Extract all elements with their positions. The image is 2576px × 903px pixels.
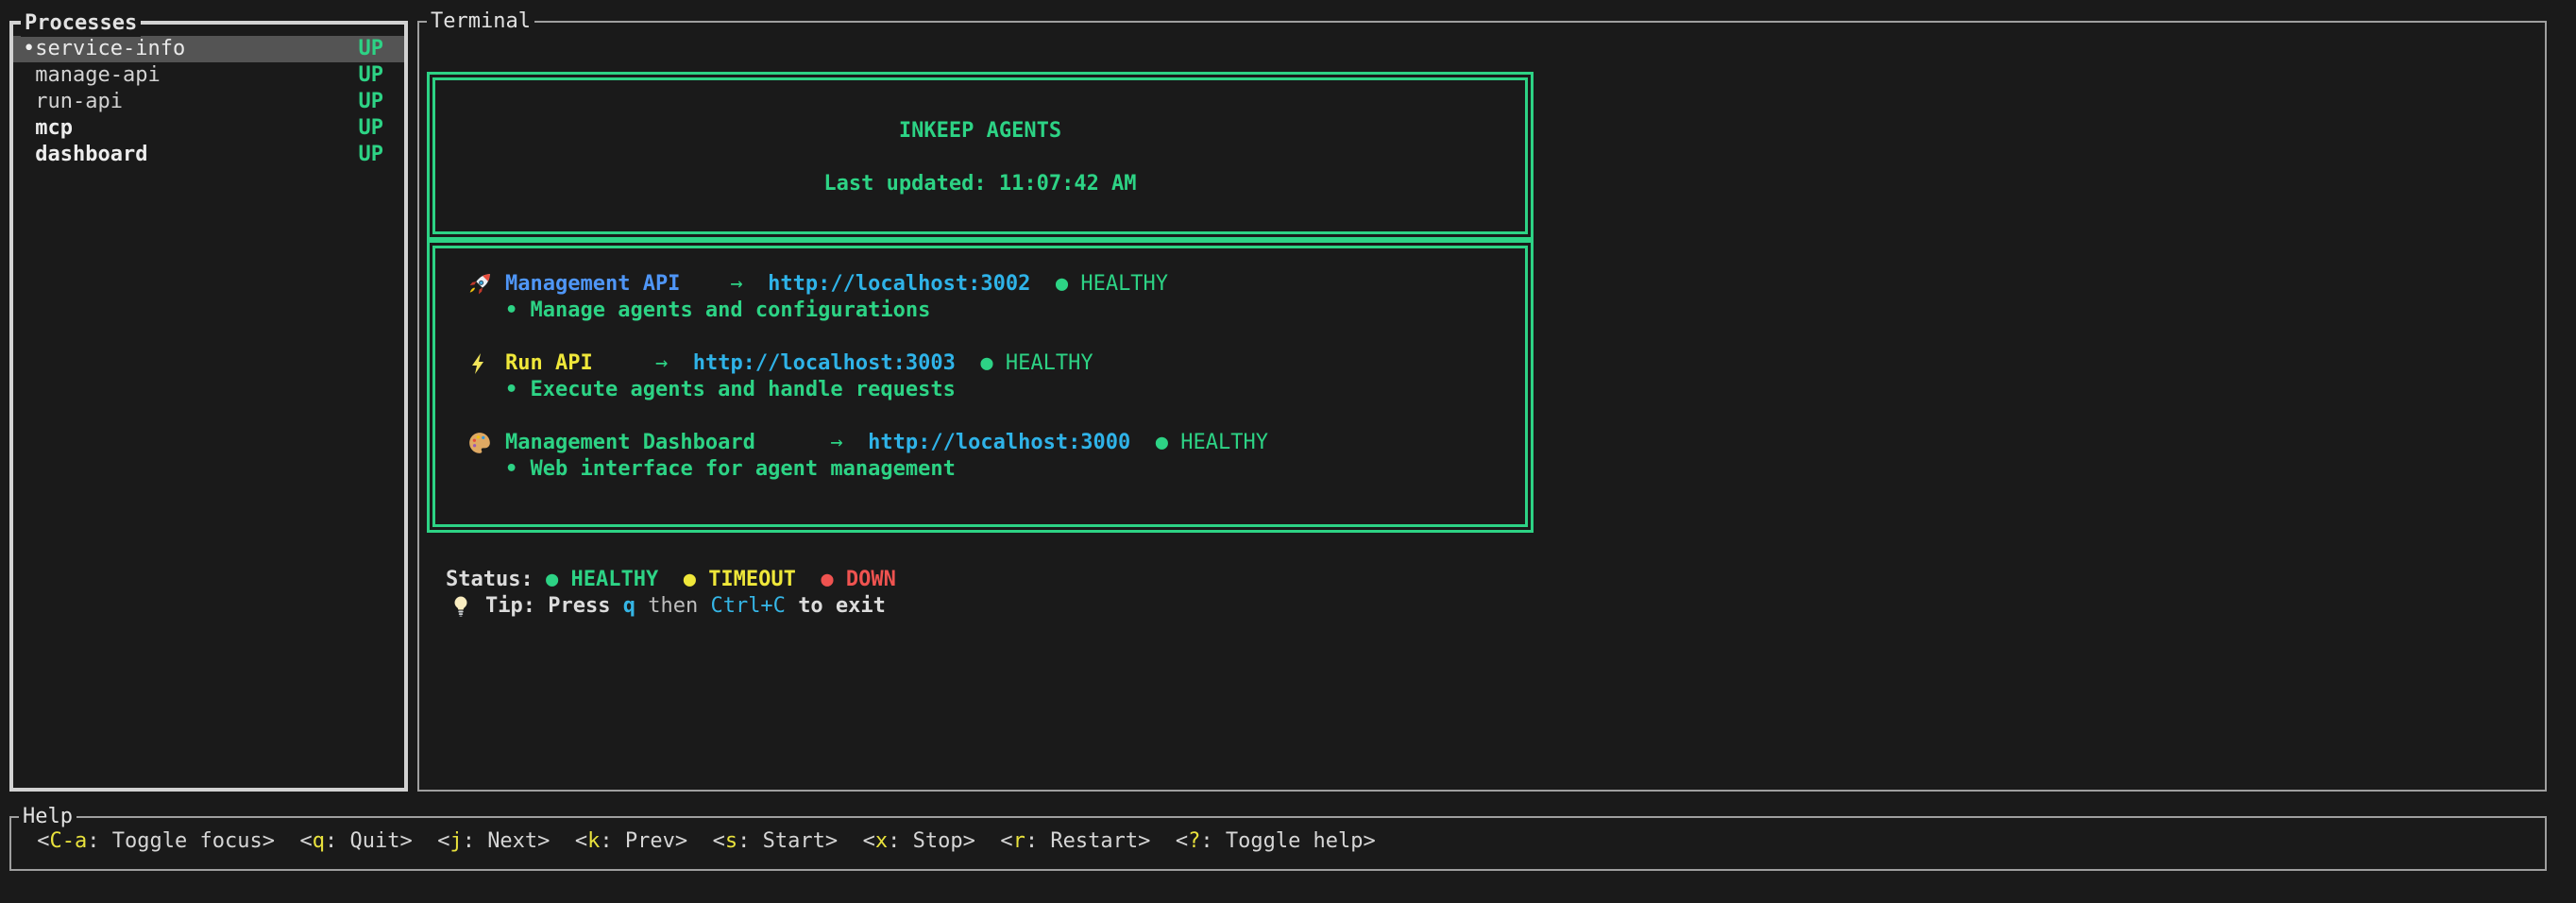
bullet-icon: • [505,457,517,481]
healthy-dot-icon: ● [546,568,558,591]
process-name: dashboard [35,142,147,168]
shortcut-next: <j: Next> [437,829,550,853]
terminal-panel-title: Terminal [427,9,534,35]
service-description: • Web interface for agent management [435,456,1525,483]
process-status-badge: UP [359,115,384,142]
service-name: Run API [505,350,593,377]
service-description: • Execute agents and handle requests [435,377,1525,403]
process-status-badge: UP [359,89,384,115]
process-status-badge: UP [359,142,384,168]
status-block: Status: ● HEALTHY ● TIMEOUT ● DOWN Tip: … [446,567,896,620]
process-row-service-info[interactable]: •service-info UP [13,36,404,62]
terminal-panel[interactable]: Terminal INKEEP AGENTS Last updated: 11:… [417,21,2547,792]
process-status-badge: UP [359,62,384,89]
status-legend: Status: ● HEALTHY ● TIMEOUT ● DOWN [446,567,896,593]
tip-line: Tip: Press q then Ctrl+C to exit [446,593,896,620]
tip-key-ctrl-c: Ctrl+C [710,593,785,620]
shortcut-prev: <k: Prev> [575,829,687,853]
process-list: •service-info UP manage-api UP run-api UP m… [13,36,404,168]
app-title: INKEEP AGENTS [435,118,1525,145]
service-row-dashboard: Management Dashboard → http://localhost:… [435,430,1525,456]
lightning-icon [467,351,494,376]
tip-label: Tip: [485,593,535,620]
service-url[interactable]: http://localhost:3003 [693,350,956,377]
service-description: • Manage agents and configurations [435,298,1525,324]
header-box: INKEEP AGENTS Last updated: 11:07:42 AM [427,72,1534,240]
shortcut-quit: <q: Quit> [299,829,412,853]
process-status-badge: UP [359,36,384,62]
selected-marker: • [23,36,35,62]
process-row-mcp[interactable]: mcp UP [13,115,404,142]
rocket-icon [467,272,494,297]
process-name: mcp [35,115,73,142]
service-row-run-api: Run API → http://localhost:3003 ● HEALTH… [435,350,1525,377]
health-dot-icon: ● [980,350,992,377]
shortcut-toggle-focus: <C-a: Toggle focus> [37,829,275,853]
processes-panel-title: Processes [21,10,141,37]
process-name: run-api [35,89,123,115]
shortcut-restart: <r: Restart> [1000,829,1150,853]
shortcut-start: <s: Start> [713,829,838,853]
down-dot-icon: ● [821,568,833,591]
service-name: Management Dashboard [505,430,755,456]
bullet-icon: • [505,298,517,322]
process-row-dashboard[interactable]: dashboard UP [13,142,404,168]
processes-panel[interactable]: Processes •service-infoUP manage-apiUP r… [9,21,408,792]
shortcut-stop: <x: Stop> [863,829,975,853]
service-name: Management API [505,271,680,298]
process-row-run-api[interactable]: run-api UP [13,89,404,115]
legend-healthy: HEALTHY [570,568,658,591]
bullet-icon: • [505,378,517,401]
help-panel-title: Help [19,804,76,830]
last-updated: Last updated: 11:07:42 AM [435,171,1525,197]
services-box: Management API → http://localhost:3002 ●… [427,240,1534,533]
selected-marker [23,89,35,115]
arrow-icon: → [830,430,842,456]
process-row-manage-api[interactable]: manage-api UP [13,62,404,89]
health-dot-icon: ● [1056,271,1068,298]
selected-marker [23,62,35,89]
shortcut-toggle-help: <?: Toggle help> [1176,829,1376,853]
selected-marker [23,142,35,168]
tip-key-q: q [623,593,636,620]
arrow-icon: → [730,271,742,298]
service-health: HEALTHY [1080,271,1168,298]
service-row-management-api: Management API → http://localhost:3002 ●… [435,271,1525,298]
legend-timeout: TIMEOUT [708,568,796,591]
arrow-icon: → [655,350,668,377]
service-health: HEALTHY [1180,430,1268,456]
service-url[interactable]: http://localhost:3002 [768,271,1030,298]
timeout-dot-icon: ● [684,568,696,591]
selected-marker [23,115,35,142]
service-health: HEALTHY [1006,350,1093,377]
palette-icon [467,431,494,455]
status-label: Status: [446,568,534,591]
process-name: manage-api [35,62,160,89]
help-shortcuts: <C-a: Toggle focus> <q: Quit> <j: Next> … [11,818,2545,855]
health-dot-icon: ● [1156,430,1168,456]
legend-down: DOWN [846,568,896,591]
help-panel: Help <C-a: Toggle focus> <q: Quit> <j: N… [9,816,2547,871]
service-url[interactable]: http://localhost:3000 [868,430,1130,456]
process-name: service-info [35,36,185,62]
lightbulb-icon [449,594,474,619]
